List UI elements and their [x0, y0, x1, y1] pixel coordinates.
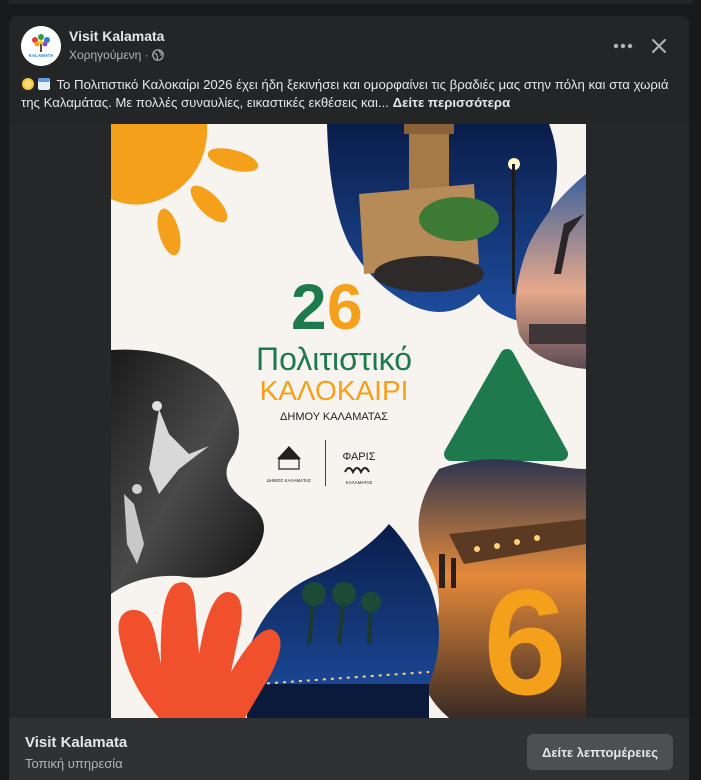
close-button[interactable]	[645, 32, 673, 60]
poster-left-margin	[9, 124, 111, 718]
poster-right-margin	[586, 124, 689, 718]
see-details-button[interactable]: Δείτε λεπτομέρειες	[527, 734, 673, 770]
calendar-emoji-icon	[38, 78, 50, 90]
visit-kalamata-logo-icon: KALAMATA	[21, 26, 61, 66]
year-digit-6: 6	[327, 271, 363, 343]
page-avatar[interactable]: KALAMATA	[21, 26, 61, 66]
post-text: Το Πολιτιστικό Καλοκαίρι 2026 έχει ήδη ξ…	[21, 76, 681, 112]
page-name-link[interactable]: Visit Kalamata	[69, 28, 164, 44]
more-options-icon	[613, 43, 633, 49]
see-more-link[interactable]: Δείτε περισσότερα	[393, 95, 511, 110]
logo-text: KALAMATA	[29, 53, 55, 58]
post-header: KALAMATA Visit Kalamata Χορηγούμενη ·	[9, 16, 689, 72]
poster-image: 2 6 Πολιτιστικό ΚΑΛΟΚΑΙΡΙ ΔΗΜΟΥ ΚΑΛΑΜΑΤΑ…	[9, 124, 689, 726]
footer-category: Τοπική υπηρεσία	[25, 756, 123, 771]
footer-page-name[interactable]: Visit Kalamata	[25, 734, 127, 751]
sponsored-label: Χορηγούμενη ·	[69, 48, 149, 62]
more-options-button[interactable]	[609, 32, 637, 60]
post-body-text: Το Πολιτιστικό Καλοκαίρι 2026 έχει ήδη ξ…	[21, 77, 669, 110]
year-26-logo: 2 6	[291, 271, 363, 343]
sun-emoji-icon	[22, 78, 34, 90]
sponsored-post-card: KALAMATA Visit Kalamata Χορηγούμενη · Το…	[9, 16, 689, 780]
previous-post-edge	[0, 0, 701, 10]
faris-logo-title: ΦΑΡΙΣ	[343, 451, 376, 463]
ad-footer: Visit Kalamata Τοπική υπηρεσία Δείτε λεπ…	[9, 718, 689, 780]
poster-subtitle: ΔΗΜΟΥ ΚΑΛΑΜΑΤΑΣ	[280, 411, 388, 423]
sponsored-line: Χορηγούμενη ·	[69, 48, 164, 62]
ad-media[interactable]: 2 6 Πολιτιστικό ΚΑΛΟΚΑΙΡΙ ΔΗΜΟΥ ΚΑΛΑΜΑΤΑ…	[9, 124, 689, 726]
faris-logo-caption: ΚΑΛΑΜΑΤΑΣ	[346, 480, 373, 485]
poster-title-line1: Πολιτιστικό	[256, 341, 412, 377]
municipality-logo-caption: ΔΗΜΟΣ ΚΑΛΑΜΑΤΑΣ	[267, 478, 311, 483]
poster-title-line2: ΚΑΛΟΚΑΙΡΙ	[260, 375, 409, 406]
close-icon	[652, 39, 666, 53]
globe-icon[interactable]	[151, 49, 164, 61]
year-digit-2: 2	[291, 271, 327, 343]
logo-divider	[325, 440, 326, 486]
big-digit-six: 6	[483, 558, 566, 718]
